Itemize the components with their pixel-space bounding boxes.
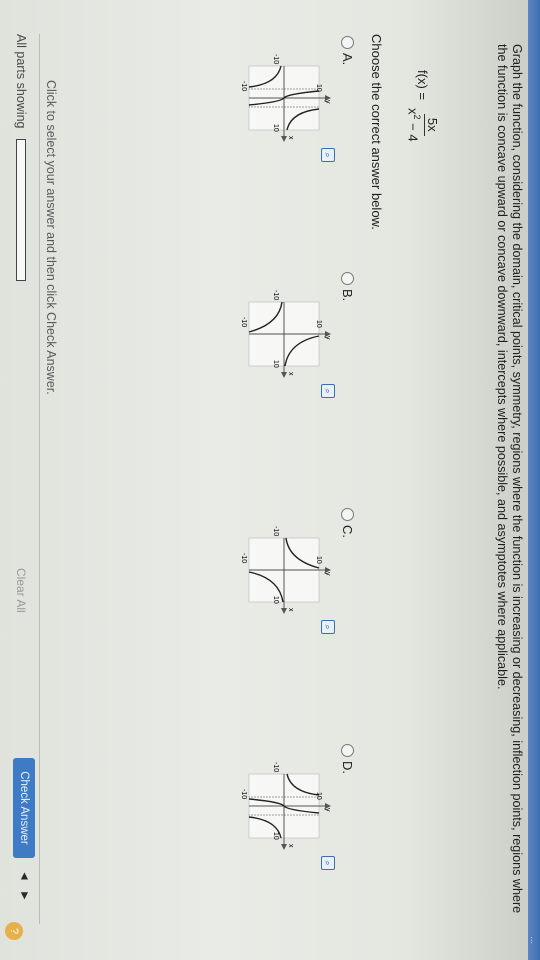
y-min-label: -10	[240, 553, 247, 563]
option-a-letter: A.	[340, 53, 355, 66]
x-label: x	[287, 136, 294, 140]
radio-icon[interactable]	[341, 36, 354, 49]
option-b-graph: y x 10 -10 -10 10	[240, 290, 331, 378]
x-label: x	[287, 372, 294, 376]
parts-status: All parts showing	[14, 34, 28, 281]
option-b-letter: B.	[340, 289, 355, 302]
option-c[interactable]: C. ⌕ y x 10 -10 -10 10	[165, 508, 355, 718]
function-fraction: 5x x2 − 4	[406, 104, 440, 146]
prev-arrow-icon[interactable]: ◄	[18, 870, 32, 882]
check-answer-button[interactable]: Check Answer	[13, 758, 35, 858]
y-min-label: -10	[240, 81, 247, 91]
magnifier-icon[interactable]: ⌕	[321, 384, 335, 398]
x-label: x	[287, 844, 294, 848]
top-bar: ...	[528, 0, 540, 960]
parts-label: All parts showing	[14, 34, 28, 129]
option-d-letter: D.	[340, 761, 355, 774]
function-expression: f(x) = 5x x2 − 4	[406, 70, 440, 146]
next-arrow-icon[interactable]: ►	[18, 890, 32, 902]
magnifier-icon[interactable]: ⌕	[321, 620, 335, 634]
y-max-label: 10	[315, 556, 322, 564]
option-c-graph: y x 10 -10 -10 10	[240, 526, 331, 614]
x-min-label: -10	[272, 290, 279, 300]
top-bar-help[interactable]: ...	[528, 936, 540, 944]
parts-progress-bar	[16, 138, 26, 281]
clear-all-button[interactable]: Clear All	[14, 568, 28, 613]
option-b[interactable]: B. ⌕ y x 10 -10 -10 10	[165, 272, 355, 482]
photo-stage: ... Graph the function, considering the …	[0, 0, 540, 960]
y-min-label: -10	[240, 317, 247, 327]
option-a-graph: y x 10 -10 -10 10	[240, 54, 331, 142]
x-min-label: -10	[272, 762, 279, 772]
option-d-graph: y x 10 -10 -10 10	[240, 762, 331, 850]
x-max-label: 10	[272, 360, 279, 368]
prompt-text: Choose the correct answer below.	[369, 34, 384, 230]
magnifier-icon[interactable]: ⌕	[321, 148, 335, 162]
option-a[interactable]: A. ⌕ y x 10 -10 -10 10	[165, 36, 355, 246]
function-denominator: x2 − 4	[406, 104, 424, 146]
denominator-rest: − 4	[405, 119, 421, 142]
y-max-label: 10	[315, 792, 322, 800]
y-label: y	[324, 100, 331, 104]
option-d[interactable]: D. ⌕ y x 10 -10 -10 10	[165, 744, 355, 954]
magnifier-icon[interactable]: ⌕	[321, 856, 335, 870]
nav-arrows: ◄ ►	[18, 870, 32, 902]
x-max-label: 10	[272, 596, 279, 604]
option-b-label[interactable]: B.	[340, 272, 355, 301]
radio-icon[interactable]	[341, 508, 354, 521]
option-c-letter: C.	[340, 525, 355, 538]
option-d-label[interactable]: D.	[340, 744, 355, 774]
x-min-label: -10	[272, 526, 279, 536]
footer-hint: Click to select your answer and then cli…	[44, 80, 58, 395]
footer-divider	[39, 34, 40, 924]
x-min-label: -10	[272, 54, 279, 64]
x-label: x	[287, 608, 294, 612]
x-max-label: 10	[272, 832, 279, 840]
option-c-label[interactable]: C.	[340, 508, 355, 538]
y-min-label: -10	[240, 789, 247, 799]
help-question-icon[interactable]: ?	[5, 922, 23, 940]
option-a-label[interactable]: A.	[340, 36, 355, 65]
parts-progress-fill	[17, 139, 25, 280]
y-max-label: 10	[315, 320, 322, 328]
x-max-label: 10	[272, 124, 279, 132]
radio-icon[interactable]	[341, 744, 354, 757]
y-label: y	[324, 572, 331, 576]
y-max-label: 10	[315, 84, 322, 92]
instructions-text: Graph the function, considering the doma…	[495, 44, 524, 914]
y-label: y	[324, 808, 331, 812]
y-label: y	[324, 336, 331, 340]
radio-icon[interactable]	[341, 272, 354, 285]
function-numerator: 5x	[424, 113, 440, 136]
function-lhs: f(x) =	[415, 70, 431, 100]
question-page: ... Graph the function, considering the …	[0, 0, 540, 960]
